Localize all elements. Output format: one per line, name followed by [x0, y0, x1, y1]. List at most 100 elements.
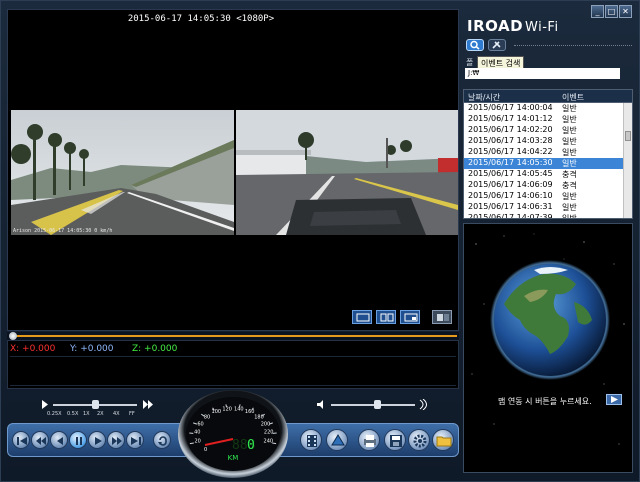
- repeat-button[interactable]: [153, 431, 171, 449]
- speed-label: 2X: [97, 411, 104, 417]
- search-tab-row: [464, 39, 634, 53]
- speedometer-tick-mark: [238, 404, 241, 408]
- volume-knob[interactable]: [373, 400, 381, 409]
- settings-tab[interactable]: [488, 39, 506, 51]
- event-search-tab[interactable]: [466, 39, 484, 51]
- layout-pip-icon: [404, 313, 418, 322]
- playback-speed-slider[interactable]: 0.25X 0.5X 1X 2X 4X FF: [37, 395, 177, 421]
- row-datetime: 2015/06/17 14:04:22: [468, 147, 553, 156]
- row-datetime: 2015/06/17 14:00:04: [468, 103, 553, 112]
- skip-back-button[interactable]: [31, 431, 49, 449]
- file-list-row[interactable]: 2015/06/17 14:03:28 일반: [464, 136, 632, 147]
- gsensor-plot-area: [10, 356, 456, 386]
- pause-icon: [76, 437, 82, 445]
- gsensor-graph: X: +0.000 Y: +0.000 Z: +0.000: [7, 340, 459, 389]
- video-panel: 2015-06-17 14:05:30 <1080P> Arison 2015-…: [7, 9, 459, 331]
- speedometer-tick-label: 140: [234, 406, 244, 412]
- rear-camera-image: [236, 110, 458, 235]
- brand-suffix: Wi-Fi: [525, 20, 559, 35]
- minimize-button[interactable]: _: [591, 5, 604, 18]
- gsensor-z-value: Z: +0.000: [132, 344, 178, 354]
- layout-full-button[interactable]: [432, 310, 452, 324]
- film-icon: [307, 435, 317, 447]
- column-header-datetime[interactable]: 날짜/시간: [468, 92, 500, 103]
- file-list-row[interactable]: 2015/06/17 14:07:39 일반: [464, 213, 632, 219]
- repeat-icon: [158, 436, 167, 446]
- file-list-scrollbar[interactable]: [623, 103, 632, 218]
- speedometer-unit: KM: [228, 454, 239, 462]
- layout-pip-button[interactable]: [400, 310, 420, 324]
- settings-button[interactable]: [408, 429, 430, 451]
- skip-forward-button[interactable]: [107, 431, 125, 449]
- row-event-type: 일반: [562, 159, 577, 168]
- play-icon: [611, 396, 618, 403]
- file-list-row[interactable]: 2015/06/17 14:06:31 일반: [464, 202, 632, 213]
- close-button[interactable]: ✕: [619, 5, 632, 18]
- layout-single-button[interactable]: [352, 310, 372, 324]
- file-list-row[interactable]: 2015/06/17 14:02:20 일반: [464, 125, 632, 136]
- save-icon: [390, 435, 402, 447]
- event-file-list[interactable]: 날짜/시간 이벤트 2015/06/17 14:00:04 일반 2015/06/1…: [463, 89, 633, 219]
- row-datetime: 2015/06/17 14:07:39: [468, 213, 553, 219]
- volume-slider[interactable]: [313, 395, 433, 415]
- fast-play-icon: [143, 400, 153, 409]
- column-header-event[interactable]: 이벤트: [562, 92, 584, 103]
- rear-camera-view[interactable]: [236, 110, 458, 235]
- speedometer-tick-mark: [225, 404, 228, 408]
- map-link-button[interactable]: [606, 394, 622, 405]
- timeline-slider[interactable]: [7, 332, 459, 340]
- volume-icon: [317, 400, 323, 409]
- app-window: 2015-06-17 14:05:30 <1080P> Arison 2015-…: [0, 0, 640, 482]
- file-list-row[interactable]: 2015/06/17 14:04:22 일반: [464, 147, 632, 158]
- speed-label: 0.5X: [67, 411, 79, 417]
- speedometer-tick-label: 80: [204, 414, 210, 420]
- speedometer-tick-label: 220: [264, 430, 274, 436]
- row-event-type: 일반: [562, 192, 577, 201]
- speedometer-tick-label: 200: [261, 421, 271, 427]
- gsensor-x-value: X: +0.000: [10, 344, 56, 354]
- upload-icon: [331, 434, 345, 446]
- file-list-row[interactable]: 2015/06/17 14:01:12 일반: [464, 114, 632, 125]
- tools-icon: [492, 41, 501, 49]
- timeline-track: [11, 335, 457, 337]
- file-list-row[interactable]: 2015/06/17 14:05:30 일반: [464, 158, 632, 169]
- row-event-type: 충격: [562, 181, 577, 190]
- maximize-button[interactable]: □: [605, 5, 618, 18]
- skip-first-button[interactable]: [12, 431, 30, 449]
- speedometer-tick-label: 240: [264, 438, 274, 444]
- print-button[interactable]: [358, 429, 380, 451]
- file-list-row[interactable]: 2015/06/17 14:06:10 일반: [464, 191, 632, 202]
- row-datetime: 2015/06/17 14:06:31: [468, 202, 553, 211]
- brand-logo: IROAD Wi-Fi: [467, 17, 559, 35]
- speedometer-gauge: 20406080100 120 140 160180200220240 0 888 0…: [178, 390, 288, 478]
- search-icon: [470, 40, 480, 50]
- speed-knob[interactable]: [91, 400, 99, 409]
- speedometer-tick-label: 60: [197, 421, 203, 427]
- speedometer-tick-mark: [189, 442, 194, 445]
- file-list-row[interactable]: 2015/06/17 14:00:04 일반: [464, 103, 632, 114]
- speedometer-tick-mark: [272, 442, 277, 445]
- video-file-button[interactable]: [300, 429, 322, 451]
- front-camera-overlay-text: Arison 2015-06-17 14:05:30 0 km/h: [13, 228, 113, 234]
- pause-button[interactable]: [69, 431, 87, 449]
- row-datetime: 2015/06/17 14:02:20: [468, 125, 553, 134]
- row-datetime: 2015/06/17 14:06:10: [468, 191, 553, 200]
- speed-label: 0.25X: [47, 411, 62, 417]
- layout-single-icon: [356, 313, 370, 322]
- scrollbar-thumb[interactable]: [625, 131, 631, 141]
- timeline-knob[interactable]: [9, 332, 17, 340]
- rewind-button[interactable]: [50, 431, 68, 449]
- front-camera-view[interactable]: Arison 2015-06-17 14:05:30 0 km/h: [11, 110, 234, 235]
- open-folder-button[interactable]: [432, 429, 454, 451]
- save-button[interactable]: [384, 429, 406, 451]
- skip-forward-icon: [112, 437, 122, 445]
- layout-split-button[interactable]: [376, 310, 396, 324]
- file-list-row[interactable]: 2015/06/17 14:05:45 충격: [464, 169, 632, 180]
- upload-button[interactable]: [326, 429, 348, 451]
- speed-label: 1X: [83, 411, 90, 417]
- skip-last-button[interactable]: [126, 431, 144, 449]
- play-button[interactable]: [88, 431, 106, 449]
- speedometer-tick-label: 40: [194, 430, 200, 436]
- drive-path-field[interactable]: J:₩: [465, 68, 620, 79]
- file-list-row[interactable]: 2015/06/17 14:06:09 충격: [464, 180, 632, 191]
